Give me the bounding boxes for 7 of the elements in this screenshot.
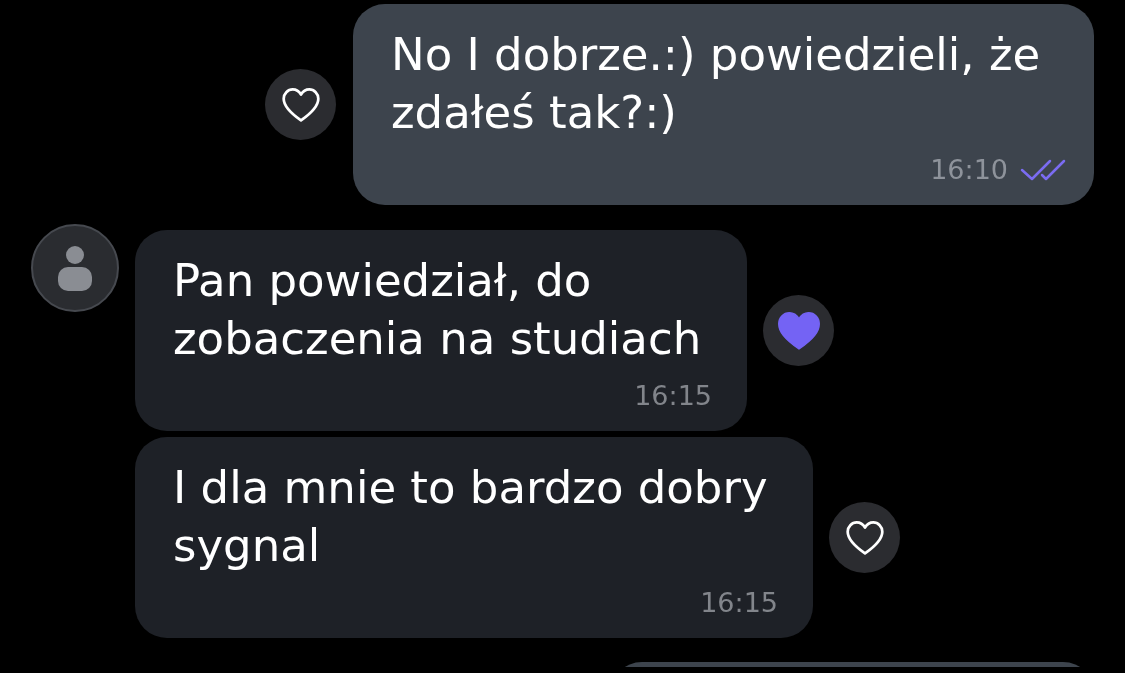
message-text: Pan powiedział, do zobaczenia na studiach <box>173 253 703 367</box>
message-time: 16:15 <box>634 380 712 412</box>
person-icon <box>58 245 92 291</box>
message-time: 16:15 <box>700 587 778 619</box>
message-time: 16:10 <box>930 154 1008 186</box>
message-text: No I dobrze.:) powiedzieli, że zdałeś tak?:) <box>391 27 1042 141</box>
message-text: I dla mnie to bardzo dobry sygnal <box>173 460 769 574</box>
